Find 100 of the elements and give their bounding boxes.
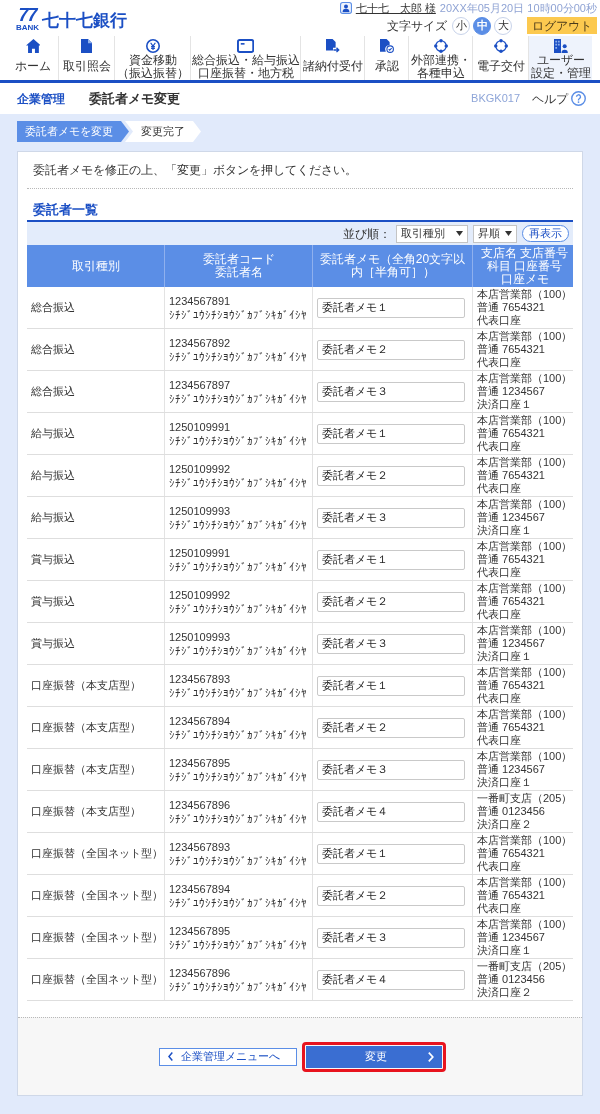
account-memo: 決済口座１ — [477, 524, 532, 537]
memo-input[interactable]: 委託者メモ２ — [317, 717, 465, 738]
memo-input[interactable]: 委託者メモ２ — [317, 885, 465, 906]
account-memo: 代表口座 — [477, 482, 521, 495]
branch-name: 本店営業部（100） — [477, 918, 573, 931]
logout-button[interactable]: ログアウト — [527, 17, 597, 34]
branch-name: 本店営業部（100） — [477, 834, 573, 847]
account-number: 普通 7654321 — [477, 679, 545, 692]
branch-name: 本店営業部（100） — [477, 414, 573, 427]
branch-name: 一番町支店（205） — [477, 960, 573, 973]
document-check-icon — [379, 39, 394, 53]
memo-input[interactable]: 委託者メモ１ — [317, 549, 465, 570]
consignor-code: 1234567893 — [169, 839, 231, 854]
table-cell-text: 賞与振込 — [30, 594, 76, 609]
consignor-name: ｼﾁｼﾞﾕｳｼﾁｼﾖｳｼﾞｶﾌﾞｼｷｶﾞｲｼﾔ — [169, 685, 307, 700]
consignor-code: 1234567895 — [169, 923, 231, 938]
nav-item[interactable]: 電子交付 — [472, 36, 528, 80]
consignor-name: ｼﾁｼﾞﾕｳｼﾁｼﾖｳｼﾞｶﾌﾞｼｷｶﾞｲｼﾔ — [169, 727, 307, 742]
text-size-option[interactable]: 小 — [452, 16, 470, 35]
memo-input[interactable]: 委託者メモ１ — [317, 297, 465, 318]
consignor-name: ｼﾁｼﾞﾕｳｼﾁｼﾖｳｼﾞｶﾌﾞｼｷｶﾞｲｼﾔ — [169, 769, 307, 784]
account-number: 普通 1234567 — [477, 763, 545, 776]
table-cell-text: 給与振込 — [30, 468, 76, 483]
memo-input[interactable]: 委託者メモ１ — [317, 843, 465, 864]
sort-label: 並び順： — [343, 225, 391, 243]
account-memo: 代表口座 — [477, 314, 521, 327]
branch-name: 本店営業部（100） — [477, 876, 573, 889]
table-cell-text: 総合振込 — [30, 342, 76, 357]
table-cell-text: 口座振替（本支店型） — [30, 720, 142, 735]
table-cell-text: 賞与振込 — [30, 636, 76, 651]
account-memo: 代表口座 — [477, 734, 521, 747]
consignor-code: 1234567893 — [169, 671, 231, 686]
consignor-name: ｼﾁｼﾞﾕｳｼﾁｼﾖｳｼﾞｶﾌﾞｼｷｶﾞｲｼﾔ — [169, 349, 307, 364]
memo-input[interactable]: 委託者メモ２ — [317, 465, 465, 486]
memo-input[interactable]: 委託者メモ２ — [317, 591, 465, 612]
consignor-code: 1250109991 — [169, 419, 231, 434]
memo-input[interactable]: 委託者メモ３ — [317, 381, 465, 402]
memo-input[interactable]: 委託者メモ４ — [317, 801, 465, 822]
home-icon — [25, 39, 41, 53]
table-cell-text: 口座振替（全国ネット型） — [30, 846, 164, 861]
consignor-name: ｼﾁｼﾞﾕｳｼﾁｼﾖｳｼﾞｶﾌﾞｼｷｶﾞｲｼﾔ — [169, 517, 307, 532]
card-icon — [236, 39, 255, 53]
nav-item[interactable]: ユーザー設定・管理 — [528, 36, 592, 80]
table-cell-text: 総合振込 — [30, 384, 76, 399]
memo-input[interactable]: 委託者メモ２ — [317, 339, 465, 360]
account-memo: 代表口座 — [477, 902, 521, 915]
memo-input[interactable]: 委託者メモ３ — [317, 759, 465, 780]
text-size-option[interactable]: 大 — [494, 16, 512, 35]
branch-name: 本店営業部（100） — [477, 624, 573, 637]
consignor-code: 1234567896 — [169, 965, 231, 980]
nav-item[interactable]: 総合振込・給与振込口座振替・地方税 — [190, 36, 300, 80]
account-number: 普通 7654321 — [477, 889, 545, 902]
user-name-link[interactable]: 七十七 太郎 様 — [355, 1, 436, 15]
consignor-name: ｼﾁｼﾞﾕｳｼﾁｼﾖｳｼﾞｶﾌﾞｼｷｶﾞｲｼﾔ — [169, 853, 307, 868]
help-link[interactable]: ヘルプ — [532, 89, 586, 108]
account-memo: 決済口座１ — [477, 398, 532, 411]
table-cell-text: 総合振込 — [30, 300, 76, 315]
screen-id: BKGK017 — [471, 91, 520, 107]
redisplay-button[interactable]: 再表示 — [522, 225, 569, 242]
consignor-code: 1250109991 — [169, 545, 231, 560]
cycle-dots-icon — [433, 39, 448, 53]
sort-field-select[interactable]: 取引種別 — [396, 224, 468, 243]
account-memo: 代表口座 — [477, 356, 521, 369]
account-number: 普通 7654321 — [477, 469, 545, 482]
branch-name: 本店営業部（100） — [477, 456, 573, 469]
branch-name: 本店営業部（100） — [477, 372, 573, 385]
branch-name: 一番町支店（205） — [477, 792, 573, 805]
memo-input[interactable]: 委託者メモ１ — [317, 423, 465, 444]
memo-input[interactable]: 委託者メモ４ — [317, 969, 465, 990]
sort-order-select[interactable]: 昇順 — [473, 224, 517, 243]
memo-input[interactable]: 委託者メモ１ — [317, 675, 465, 696]
account-number: 普通 7654321 — [477, 343, 545, 356]
login-datetime: 20XX年05月20日 10時00分00秒 — [439, 1, 597, 15]
column-header: 取引種別 — [71, 259, 120, 273]
consignor-name: ｼﾁｼﾞﾕｳｼﾁｼﾖｳｼﾞｶﾌﾞｼｷｶﾞｲｼﾔ — [169, 811, 307, 826]
help-icon — [571, 91, 586, 106]
consignor-name: ｼﾁｼﾞﾕｳｼﾁｼﾖｳｼﾞｶﾌﾞｼｷｶﾞｲｼﾔ — [169, 937, 307, 952]
memo-input[interactable]: 委託者メモ３ — [317, 633, 465, 654]
account-number: 普通 7654321 — [477, 847, 545, 860]
instruction-text: 委託者メモを修正の上、「変更」ボタンを押してください。 — [33, 162, 358, 178]
column-header: 口座メモ — [500, 272, 549, 286]
consignor-code: 1250109992 — [169, 461, 231, 476]
column-header: 委託者メモ（全角20文字以内［半角可］） — [318, 253, 467, 279]
consignor-name: ｼﾁｼﾞﾕｳｼﾁｼﾖｳｼﾞｶﾌﾞｼｷｶﾞｲｼﾔ — [169, 391, 307, 406]
consignor-name: ｼﾁｼﾞﾕｳｼﾁｼﾖｳｼﾞｶﾌﾞｼｷｶﾞｲｼﾔ — [169, 433, 307, 448]
account-memo: 決済口座１ — [477, 776, 532, 789]
memo-input[interactable]: 委託者メモ３ — [317, 927, 465, 948]
account-number: 普通 0123456 — [477, 805, 545, 818]
back-button[interactable]: 企業管理メニューへ — [158, 1047, 297, 1066]
account-number: 普通 7654321 — [477, 595, 545, 608]
account-number: 普通 7654321 — [477, 721, 545, 734]
logo-name: 七十七銀行 — [42, 10, 128, 32]
document-arrow-icon — [325, 39, 340, 53]
column-header: 委託者名 — [214, 266, 263, 279]
account-number: 普通 0123456 — [477, 973, 545, 986]
nav-item[interactable]: 取引照会 — [58, 36, 114, 80]
memo-input[interactable]: 委託者メモ３ — [317, 507, 465, 528]
submit-button[interactable]: 変更 — [305, 1045, 442, 1068]
table-cell-text: 口座振替（本支店型） — [30, 804, 142, 819]
nav-item[interactable]: 諸納付受付 — [300, 36, 364, 80]
